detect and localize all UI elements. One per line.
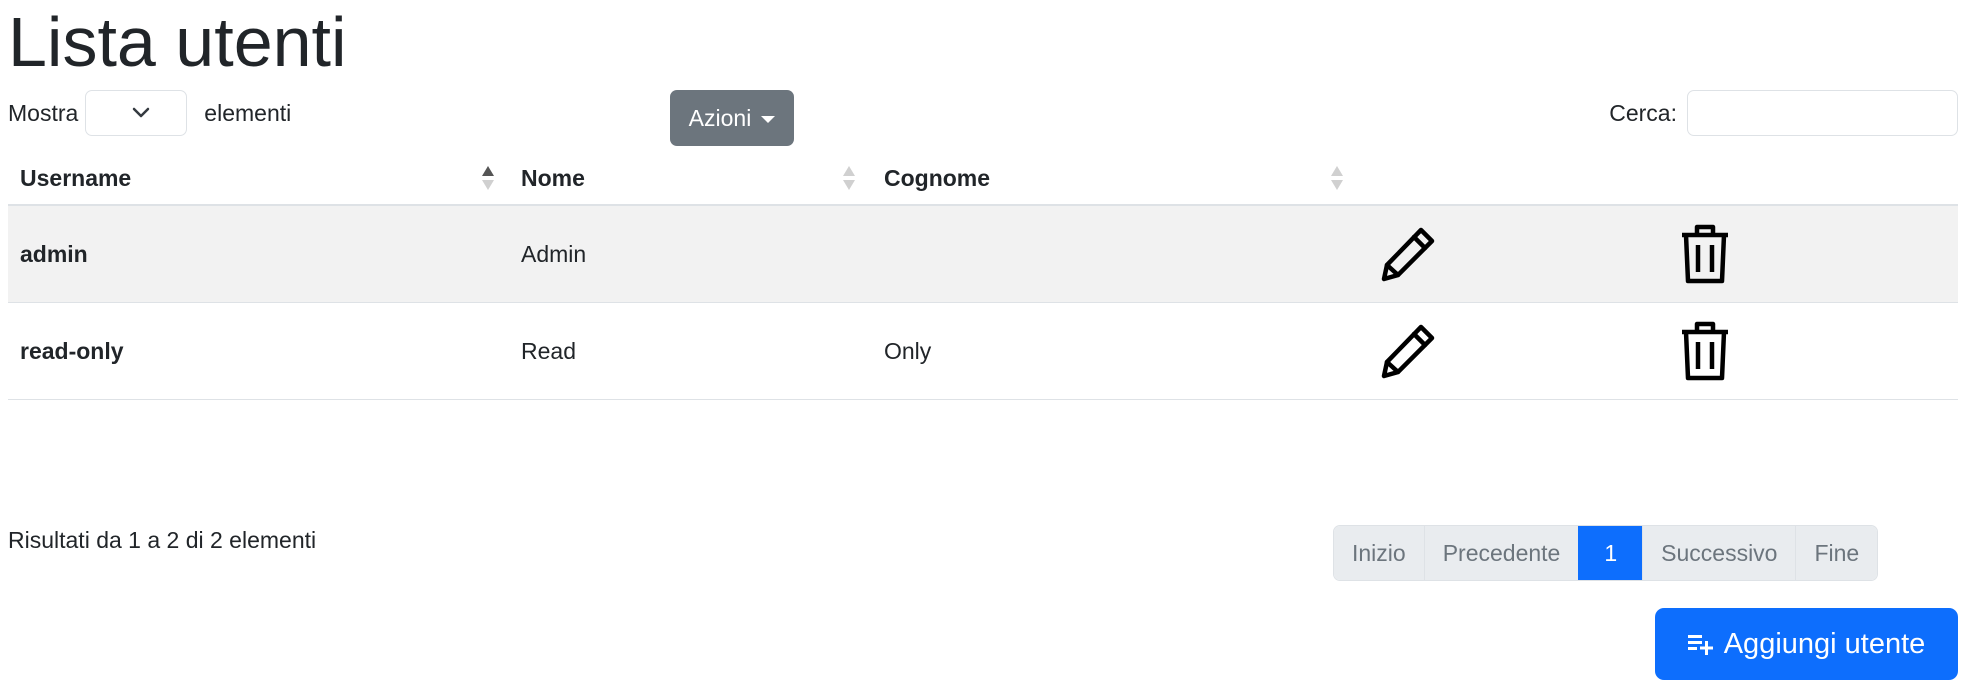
playlist-add-icon bbox=[1687, 635, 1713, 655]
table-row: read-only Read Only bbox=[8, 303, 1958, 400]
pencil-icon bbox=[1381, 324, 1435, 379]
search-input[interactable] bbox=[1687, 90, 1958, 136]
edit-user-button[interactable] bbox=[1378, 224, 1438, 284]
sort-icon bbox=[1331, 166, 1343, 190]
search-label: Cerca: bbox=[1609, 99, 1677, 126]
column-label-nome: Nome bbox=[521, 164, 585, 191]
delete-user-button[interactable] bbox=[1675, 224, 1735, 284]
pagination-first[interactable]: Inizio bbox=[1334, 526, 1424, 580]
add-user-label: Aggiungi utente bbox=[1723, 627, 1926, 660]
caret-down-icon bbox=[761, 115, 776, 123]
cell-nome: Read bbox=[521, 337, 576, 364]
column-header-cognome[interactable]: Cognome bbox=[884, 150, 990, 206]
column-label-username: Username bbox=[20, 164, 132, 191]
pagination-current-page[interactable]: 1 bbox=[1578, 526, 1643, 580]
table-row: admin Admin bbox=[8, 206, 1958, 303]
column-label-cognome: Cognome bbox=[884, 164, 991, 191]
sort-icon bbox=[843, 166, 855, 190]
users-table: Username Nome Cognome admin Admin read-o… bbox=[8, 150, 1958, 400]
page-length-control: Mostra elementi bbox=[8, 90, 291, 136]
chevron-down-icon bbox=[133, 107, 150, 118]
length-prefix-label: Mostra bbox=[8, 99, 79, 126]
actions-label: Azioni bbox=[688, 104, 752, 131]
trash-icon bbox=[1682, 224, 1728, 284]
sort-ascending-icon bbox=[482, 166, 494, 190]
column-header-nome[interactable]: Nome bbox=[521, 150, 585, 206]
add-user-button[interactable]: Aggiungi utente bbox=[1655, 608, 1958, 680]
edit-user-button[interactable] bbox=[1378, 321, 1438, 381]
table-header: Username Nome Cognome bbox=[8, 150, 1958, 206]
pagination-next[interactable]: Successivo bbox=[1642, 526, 1796, 580]
table-info: Risultati da 1 a 2 di 2 elementi bbox=[8, 527, 317, 553]
page-length-select[interactable] bbox=[85, 90, 188, 136]
column-header-username[interactable]: Username bbox=[20, 150, 131, 206]
search-control: Cerca: bbox=[1609, 90, 1958, 136]
pencil-icon bbox=[1381, 227, 1435, 282]
page-title: Lista utenti bbox=[8, 3, 347, 81]
actions-dropdown-button[interactable]: Azioni bbox=[670, 90, 794, 146]
cell-username: admin bbox=[20, 240, 88, 267]
pagination-previous[interactable]: Precedente bbox=[1423, 526, 1579, 580]
pagination: Inizio Precedente 1 Successivo Fine bbox=[1333, 525, 1879, 581]
trash-icon bbox=[1682, 321, 1728, 381]
cell-username: read-only bbox=[20, 337, 124, 364]
length-suffix-label: elementi bbox=[204, 99, 292, 126]
delete-user-button[interactable] bbox=[1675, 321, 1735, 381]
cell-cognome: Only bbox=[884, 337, 932, 364]
cell-nome: Admin bbox=[521, 240, 587, 267]
pagination-last[interactable]: Fine bbox=[1795, 526, 1878, 580]
